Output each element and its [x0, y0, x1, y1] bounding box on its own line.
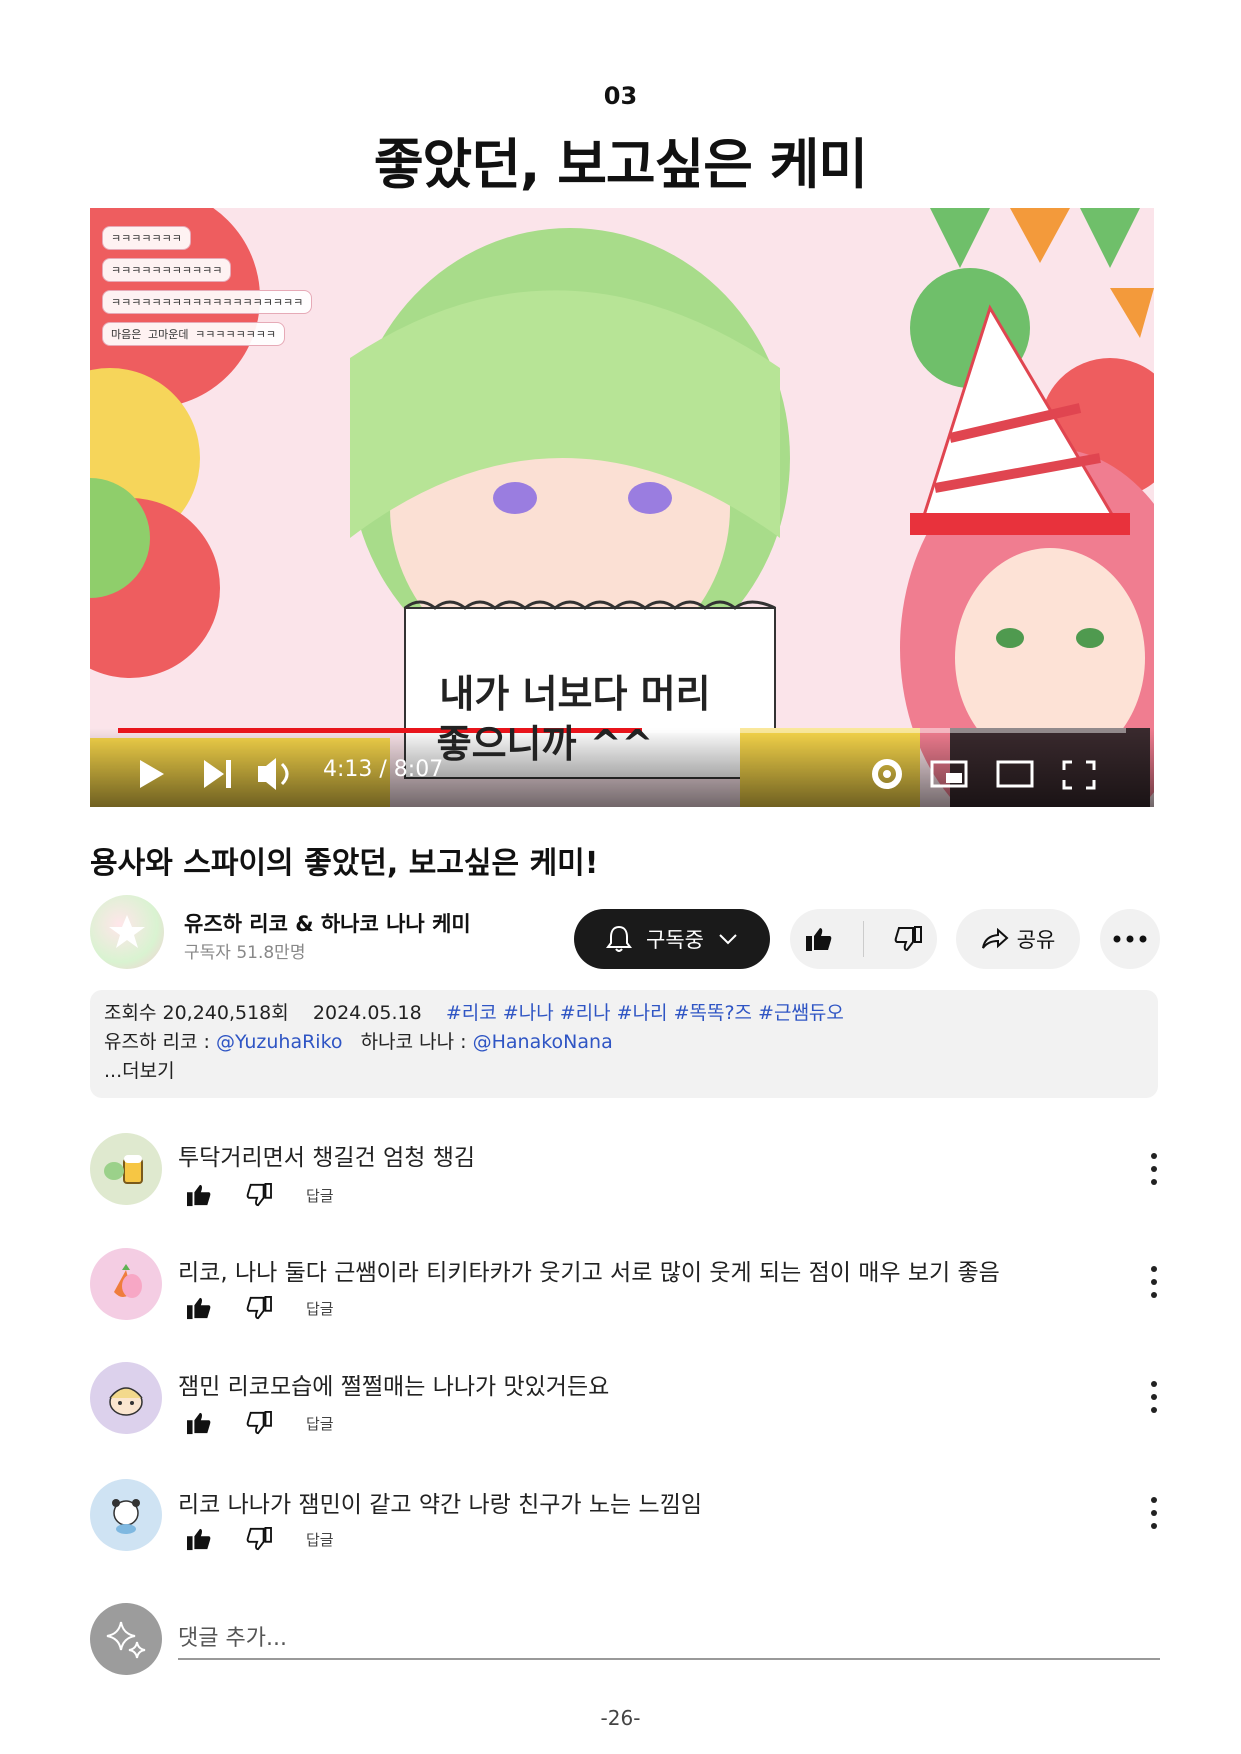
share-label: 공유	[1016, 928, 1056, 952]
bell-icon	[606, 925, 633, 952]
description-meta-line: 조회수 20,240,518회 2024.05.18 #리코 #나나 #리나 #…	[104, 998, 844, 1025]
chat-message: ㅋㅋㅋㅋㅋㅋㅋㅋㅋㅋㅋㅋㅋㅋㅋㅋㅋㅋㅋ	[102, 290, 313, 314]
thumbs-up-icon[interactable]	[186, 1527, 212, 1551]
comment-avatar[interactable]	[90, 1479, 162, 1551]
reply-button[interactable]: 답글	[306, 1185, 334, 1206]
comment-text: 잼민 리코모습에 쩔쩔매는 나나가 맛있거든요	[178, 1374, 610, 1400]
subscribe-label: 구독중	[646, 928, 704, 952]
character-face-icon	[109, 1387, 143, 1416]
subscriber-count: 구독자 51.8만명	[184, 943, 306, 963]
channel-name[interactable]: 유즈하 리코 & 하나코 나나 케미	[184, 908, 471, 938]
description-box[interactable]: 조회수 20,240,518회 2024.05.18 #리코 #나나 #리나 #…	[90, 990, 1158, 1098]
view-count: 조회수 20,240,518회	[104, 1002, 289, 1024]
reply-button[interactable]: 답글	[306, 1529, 334, 1550]
hashtags[interactable]: #리코 #나나 #리나 #나리 #똑똑?즈 #근쌤듀오	[446, 1002, 844, 1024]
upload-date: 2024.05.18	[312, 1002, 422, 1024]
section-number: 03	[603, 82, 638, 110]
user-avatar	[90, 1603, 162, 1675]
thumbs-down-icon[interactable]	[246, 1411, 272, 1435]
nana-handle-link[interactable]: @HanakoNana	[473, 1031, 613, 1053]
kebab-icon[interactable]	[1148, 1153, 1160, 1185]
more-horizontal-icon	[1113, 935, 1147, 943]
share-button[interactable]: 공유	[956, 909, 1080, 969]
show-more-link[interactable]: ...더보기	[104, 1056, 175, 1083]
panda-icon	[112, 1499, 140, 1534]
reply-button[interactable]: 답글	[306, 1298, 334, 1319]
riko-label: 유즈하 리코 :	[104, 1031, 210, 1053]
kebab-icon[interactable]	[1148, 1497, 1160, 1529]
divider	[863, 921, 864, 957]
comment-text: 리코, 나나 둘다 근쌤이라 티키타카가 웃기고 서로 많이 웃게 되는 점이 …	[178, 1260, 1000, 1286]
sign-text-line1: 내가 너보다 머리	[439, 672, 711, 716]
subscribe-button[interactable]: 구독중	[574, 909, 770, 969]
kebab-icon[interactable]	[1148, 1381, 1160, 1413]
comment-avatar[interactable]	[90, 1248, 162, 1320]
thumbs-up-icon[interactable]	[186, 1183, 212, 1207]
share-arrow-icon	[981, 928, 1009, 949]
beer-mug-icon	[104, 1155, 143, 1184]
comment-actions: 답글	[186, 1527, 334, 1551]
comment-text: 투닥거리면서 챙길건 엄청 챙김	[178, 1145, 476, 1171]
more-options-button[interactable]	[1100, 909, 1160, 969]
nana-label: 하나코 나나 :	[360, 1031, 467, 1053]
thumbs-up-icon[interactable]	[186, 1411, 212, 1435]
section-title: 좋았던, 보고싶은 케미	[373, 133, 868, 196]
thumbs-down-icon[interactable]	[246, 1296, 272, 1320]
chat-message: ㅋㅋㅋㅋㅋㅋㅋㅋㅋㅋㅋ	[102, 258, 232, 282]
channel-avatar[interactable]	[90, 895, 164, 969]
kebab-icon[interactable]	[1148, 1266, 1160, 1298]
video-title[interactable]: 용사와 스파이의 좋았던, 보고싶은 케미!	[90, 838, 598, 882]
thumbs-down-icon[interactable]	[246, 1183, 272, 1207]
video-timestamp: 4:13 / 8:07	[323, 757, 444, 782]
chat-message: ㅋㅋㅋㅋㅋㅋㅋ	[102, 226, 191, 250]
comment-text: 리코 나나가 잼민이 같고 약간 나랑 친구가 노는 느낌임	[178, 1492, 703, 1518]
star-icon	[109, 915, 145, 948]
reply-button[interactable]: 답글	[306, 1413, 334, 1434]
comment-actions: 답글	[186, 1296, 334, 1320]
thumbs-down-icon[interactable]	[246, 1527, 272, 1551]
video-player[interactable]: ㅋㅋㅋㅋㅋㅋㅋ ㅋㅋㅋㅋㅋㅋㅋㅋㅋㅋㅋ ㅋㅋㅋㅋㅋㅋㅋㅋㅋㅋㅋㅋㅋㅋㅋㅋㅋㅋㅋ …	[90, 208, 1154, 807]
description-handles-line: 유즈하 리코 : @YuzuhaRiko 하나코 나나 : @HanakoNan…	[104, 1027, 613, 1054]
chevron-down-icon	[719, 934, 737, 945]
like-dislike-group	[790, 909, 937, 969]
riko-handle-link[interactable]: @YuzuhaRiko	[216, 1031, 343, 1053]
carrot-bunny-icon	[114, 1264, 142, 1298]
page-number: -26-	[600, 1706, 641, 1730]
comment-actions: 답글	[186, 1411, 334, 1435]
thumbs-down-icon[interactable]	[894, 926, 922, 952]
comment-avatar[interactable]	[90, 1362, 162, 1434]
chat-message: 마음은 고마운데 ㅋㅋㅋㅋㅋㅋㅋㅋ	[102, 322, 286, 346]
comment-avatar[interactable]	[90, 1133, 162, 1205]
thumbs-up-icon[interactable]	[805, 926, 833, 952]
thumbs-up-icon[interactable]	[186, 1296, 212, 1320]
comment-actions: 답글	[186, 1183, 334, 1207]
sparkle-icon	[106, 1621, 146, 1659]
add-comment-input[interactable]: 댓글 추가...	[178, 1620, 1160, 1660]
